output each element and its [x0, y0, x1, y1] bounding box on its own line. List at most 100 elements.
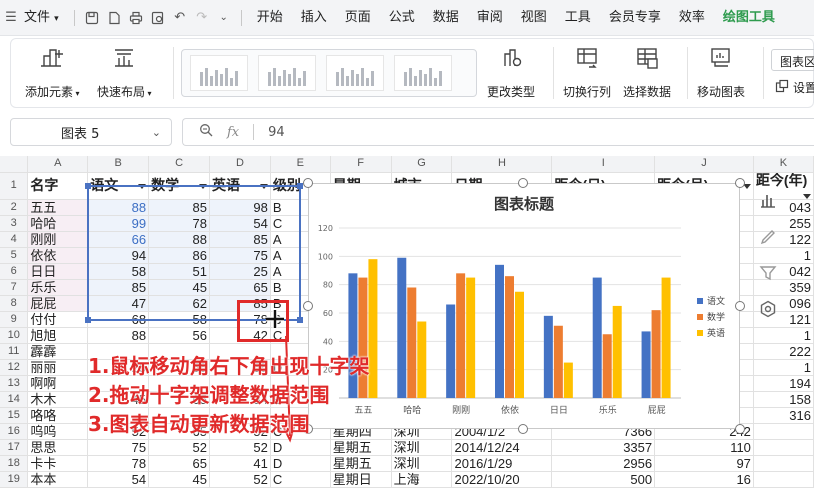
row-number[interactable]: 11 — [0, 343, 29, 360]
row-number[interactable]: 7 — [0, 279, 29, 296]
cell[interactable]: 刚刚 — [27, 231, 89, 248]
cell[interactable] — [753, 423, 814, 440]
column-header[interactable]: F — [330, 156, 392, 173]
bar-语文[interactable] — [495, 264, 504, 398]
row-number[interactable]: 2 — [0, 199, 29, 216]
column-header[interactable]: B — [87, 156, 150, 173]
tab-member[interactable]: 会员专享 — [600, 0, 670, 36]
cell[interactable]: 哈哈 — [27, 215, 89, 232]
cell[interactable]: 75 — [209, 247, 271, 264]
header-cell[interactable]: 数学 — [148, 172, 210, 200]
row-number[interactable]: 6 — [0, 263, 29, 280]
bar-数学[interactable] — [456, 273, 466, 398]
cell[interactable]: 星期日 — [330, 471, 392, 488]
change-type-button[interactable]: 更改类型 — [487, 43, 535, 105]
chart-resize-handle[interactable] — [735, 424, 745, 434]
cell[interactable]: 3357 — [551, 439, 656, 456]
filter-dropdown-icon[interactable] — [803, 193, 811, 198]
cell[interactable]: 52 — [148, 439, 210, 456]
select-data-button[interactable]: 选择数据 — [623, 43, 671, 105]
legend-label[interactable]: 数学 — [707, 311, 725, 323]
column-header[interactable]: G — [391, 156, 453, 173]
hamburger-menu-icon[interactable]: ☰ — [0, 0, 22, 36]
cell[interactable]: 56 — [148, 327, 210, 344]
chart-resize-handle[interactable] — [735, 178, 745, 188]
bar-数学[interactable] — [602, 334, 612, 398]
cell[interactable]: 65 — [209, 279, 271, 296]
cell[interactable]: 卡卡 — [27, 455, 89, 472]
cell[interactable]: 依依 — [27, 247, 89, 264]
cell[interactable]: 思思 — [27, 439, 89, 456]
legend-label[interactable]: 英语 — [707, 327, 725, 339]
chart-resize-handle[interactable] — [303, 301, 313, 311]
bar-英语[interactable] — [417, 321, 427, 399]
cell[interactable]: 98 — [209, 199, 271, 216]
cell[interactable]: 木木 — [27, 391, 89, 408]
cell[interactable]: 316 — [753, 407, 814, 424]
cell[interactable]: 47 — [87, 295, 150, 312]
tab-review[interactable]: 审阅 — [468, 0, 512, 36]
cell[interactable]: 深圳 — [391, 455, 453, 472]
add-element-button[interactable]: 添加元素 ▾ — [25, 43, 80, 105]
chart-style-thumbnail[interactable] — [258, 55, 316, 91]
tab-view[interactable]: 视图 — [512, 0, 556, 36]
bar-英语[interactable] — [563, 362, 573, 398]
column-header[interactable]: H — [451, 156, 553, 173]
cell[interactable]: 丽丽 — [27, 359, 89, 376]
cell[interactable]: 110 — [654, 439, 754, 456]
filter-dropdown-icon[interactable] — [199, 184, 207, 189]
cell[interactable]: 16 — [654, 471, 754, 488]
cell[interactable] — [753, 455, 814, 472]
cell[interactable]: 58 — [87, 263, 150, 280]
cell[interactable]: 78 — [209, 311, 271, 328]
cell[interactable]: 88 — [148, 231, 210, 248]
row-number[interactable]: 16 — [0, 423, 29, 440]
column-header[interactable]: K — [753, 156, 814, 173]
cell[interactable]: 88 — [87, 199, 150, 216]
row-number[interactable]: 18 — [0, 455, 29, 472]
bar-英语[interactable] — [466, 277, 476, 398]
cell[interactable]: 深圳 — [391, 439, 453, 456]
tab-drawing-tools[interactable]: 绘图工具 — [714, 0, 784, 36]
cell[interactable]: 158 — [753, 391, 814, 408]
tab-start[interactable]: 开始 — [248, 0, 292, 36]
chart-style-button[interactable] — [752, 222, 784, 252]
cell[interactable]: 45 — [148, 471, 210, 488]
cell[interactable] — [753, 439, 814, 456]
cell[interactable]: 41 — [209, 455, 271, 472]
cell[interactable]: 97 — [654, 455, 754, 472]
header-cell[interactable]: 名字 — [27, 172, 89, 200]
bar-英语[interactable] — [661, 277, 671, 398]
row-number[interactable]: 19 — [0, 471, 29, 488]
cell[interactable]: 42 — [209, 327, 271, 344]
chart[interactable]: 图表标题 20 40 60 80 100 120 五五 哈哈 刚刚 依依 日日 乐乐 屁屁 语文 数学 英语 — [303, 178, 745, 434]
tab-tools[interactable]: 工具 — [556, 0, 600, 36]
cell[interactable]: 2016/1/29 — [451, 455, 553, 472]
row-number[interactable]: 14 — [0, 391, 29, 408]
cell[interactable]: 75 — [87, 439, 150, 456]
chart-style-thumbnail[interactable] — [394, 55, 452, 91]
cell[interactable]: 85 — [209, 295, 271, 312]
chart-settings-button[interactable] — [752, 294, 784, 324]
filter-dropdown-icon[interactable] — [259, 184, 268, 189]
header-cell[interactable]: 英语 — [209, 172, 271, 200]
cell[interactable]: 85 — [209, 231, 271, 248]
cell[interactable]: 1 — [753, 359, 814, 376]
cell[interactable]: 五五 — [27, 199, 89, 216]
row-number[interactable]: 17 — [0, 439, 29, 456]
quick-layout-button[interactable]: 快速布局 ▾ — [97, 43, 152, 105]
chart-resize-handle[interactable] — [518, 424, 528, 434]
cell[interactable]: 54 — [209, 215, 271, 232]
cell[interactable]: 屁屁 — [27, 295, 89, 312]
zoom-icon[interactable] — [199, 123, 213, 141]
cell[interactable]: 194 — [753, 375, 814, 392]
bar-英语[interactable] — [612, 305, 622, 398]
cell[interactable]: 付付 — [27, 311, 89, 328]
cell[interactable]: 本本 — [27, 471, 89, 488]
row-number[interactable]: 8 — [0, 295, 29, 312]
file-menu[interactable]: 文件 ▾ — [22, 0, 68, 36]
row-number[interactable]: 13 — [0, 375, 29, 392]
bar-英语[interactable] — [515, 291, 524, 398]
cell[interactable]: 旭旭 — [27, 327, 89, 344]
legend-label[interactable]: 语文 — [707, 295, 725, 307]
